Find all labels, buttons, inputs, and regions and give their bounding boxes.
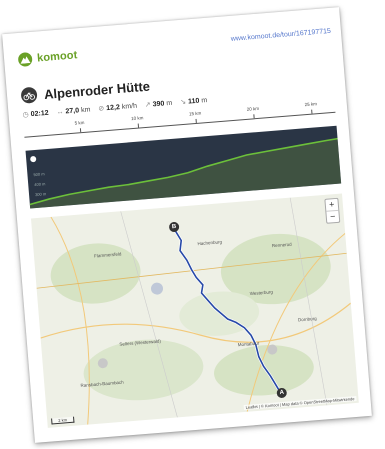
ruler-tick [253, 114, 255, 119]
tour-title: Alpenroder Hütte [43, 78, 151, 102]
ruler-tick-label: 5 km [74, 119, 85, 126]
brand[interactable]: komoot [17, 48, 78, 67]
speed-value: 12,2 [105, 103, 121, 112]
route-line [172, 228, 284, 396]
stat-downhill: ↘ 110 m [180, 96, 208, 106]
elevation-label: 300 m [34, 191, 47, 198]
distance-unit: km [80, 105, 91, 114]
duration-value: 02:12 [30, 109, 49, 118]
ruler-tick-label: 10 km [130, 115, 144, 122]
ruler-tick [195, 118, 197, 123]
ruler-tick [79, 128, 82, 133]
uphill-unit: m [166, 99, 173, 107]
komoot-logo-icon [17, 51, 33, 67]
speed-unit: km/h [121, 102, 138, 111]
distance-icon: ↔ [56, 108, 64, 116]
ruler-tick-label: 15 km [188, 110, 202, 117]
zoom-control: + − [324, 197, 341, 224]
elevation-label: 400 m [34, 181, 46, 188]
downhill-icon: ↘ [179, 98, 187, 107]
distance-value: 27,0 [65, 106, 80, 115]
clock-icon: ◷ [22, 111, 30, 119]
downhill-unit: m [201, 96, 208, 104]
tour-header: Alpenroder Hütte [20, 78, 150, 104]
speed-icon: ⊘ [98, 105, 105, 113]
route-map[interactable]: B A Selters (Westerwald) Ransbach-Baumba… [30, 193, 359, 428]
ruler-tick-label: 20 km [246, 105, 260, 112]
brand-name: komoot [36, 49, 78, 65]
uphill-icon: ↗ [144, 101, 152, 109]
stat-duration: ◷ 02:12 [22, 109, 49, 119]
tour-url-link[interactable]: www.komoot.de/tour/167197715 [231, 28, 332, 43]
stat-speed: ⊘ 12,2 km/h [98, 102, 137, 113]
stat-uphill: ↗ 390 m [145, 99, 173, 109]
zoom-out-button[interactable]: − [326, 209, 340, 223]
ruler-tick [137, 123, 140, 128]
tour-printout-page: komoot www.komoot.de/tour/167197715 Alpe… [2, 7, 372, 443]
elevation-label: 500 m [33, 171, 45, 178]
ruler-tick-label: 25 km [304, 101, 318, 108]
ruler-tick [311, 109, 313, 114]
downhill-value: 110 [187, 97, 200, 106]
stat-distance: ↔ 27,0 km [56, 106, 90, 116]
uphill-value: 390 [152, 99, 165, 108]
bike-icon [20, 86, 38, 104]
